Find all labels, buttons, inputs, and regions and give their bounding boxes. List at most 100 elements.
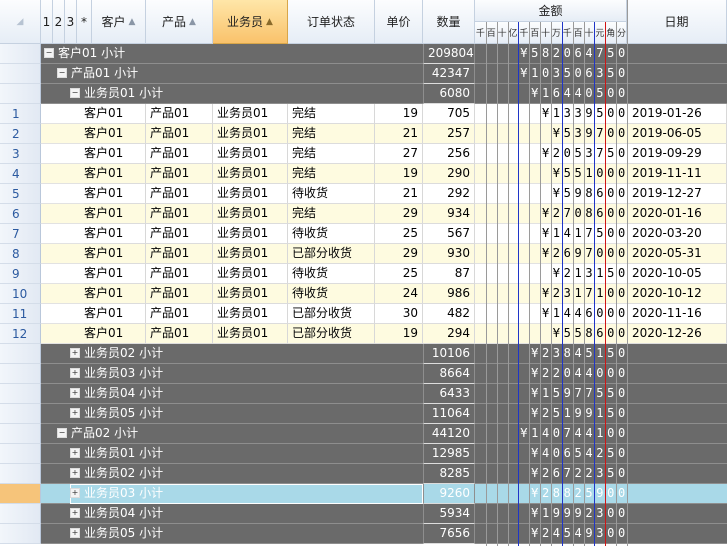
row-header[interactable]: 1 <box>0 104 41 124</box>
cell-salesperson[interactable]: 业务员01 <box>213 264 288 284</box>
cell-customer[interactable]: 客户01 <box>84 304 146 324</box>
cell-date[interactable]: 2019-12-27 <box>627 184 727 204</box>
collapse-icon[interactable]: − <box>57 67 67 78</box>
expand-icon[interactable]: + <box>70 387 80 398</box>
cell-salesperson[interactable]: 业务员01 <box>213 284 288 304</box>
column-header-product[interactable]: 产品 ▲ <box>146 0 213 44</box>
cell-customer[interactable]: 客户01 <box>84 224 146 244</box>
cell-product[interactable]: 产品01 <box>146 304 213 324</box>
select-all-corner[interactable]: ◢ <box>0 0 41 44</box>
expand-icon[interactable]: + <box>70 487 80 498</box>
cell-salesperson[interactable]: 业务员01 <box>213 104 288 124</box>
cell-status[interactable]: 完结 <box>288 164 375 184</box>
cell-salesperson[interactable]: 业务员01 <box>213 324 288 344</box>
column-header-status[interactable]: 订单状态 <box>288 0 375 44</box>
column-header-amount[interactable]: 金额 <box>475 0 627 22</box>
collapse-icon[interactable]: − <box>70 87 80 98</box>
outline-level-1-button[interactable]: 1 <box>41 0 53 44</box>
cell-price[interactable]: 19 <box>375 104 423 124</box>
expand-icon[interactable]: + <box>70 367 80 378</box>
cell-product[interactable]: 产品01 <box>146 184 213 204</box>
cell-salesperson[interactable]: 业务员01 <box>213 304 288 324</box>
expand-icon[interactable]: + <box>70 447 80 458</box>
row-header[interactable]: 9 <box>0 264 41 284</box>
cell-customer[interactable]: 客户01 <box>84 284 146 304</box>
cell-date[interactable]: 2020-10-05 <box>627 264 727 284</box>
cell-date[interactable]: 2020-12-26 <box>627 324 727 344</box>
row-header[interactable] <box>0 84 41 104</box>
cell-qty[interactable]: 482 <box>423 304 475 324</box>
cell-qty[interactable]: 986 <box>423 284 475 304</box>
expand-icon[interactable]: + <box>70 507 80 518</box>
cell-qty[interactable]: 257 <box>423 124 475 144</box>
row-header[interactable] <box>0 64 41 84</box>
cell-status[interactable]: 完结 <box>288 104 375 124</box>
cell-qty[interactable]: 930 <box>423 244 475 264</box>
row-header[interactable]: 3 <box>0 144 41 164</box>
column-header-customer[interactable]: 客户 ▲ <box>92 0 146 44</box>
row-header[interactable]: 7 <box>0 224 41 244</box>
cell-status[interactable]: 待收货 <box>288 284 375 304</box>
row-header[interactable] <box>0 424 41 444</box>
cell-salesperson[interactable]: 业务员01 <box>213 124 288 144</box>
row-header[interactable] <box>0 464 41 484</box>
cell-salesperson[interactable]: 业务员01 <box>213 144 288 164</box>
cell-date[interactable]: 2020-10-12 <box>627 284 727 304</box>
row-header[interactable]: 6 <box>0 204 41 224</box>
cell-date[interactable]: 2019-06-05 <box>627 124 727 144</box>
cell-price[interactable]: 30 <box>375 304 423 324</box>
cell-product[interactable]: 产品01 <box>146 204 213 224</box>
row-header[interactable]: 5 <box>0 184 41 204</box>
expand-icon[interactable]: + <box>70 407 80 418</box>
cell-date[interactable]: 2020-01-16 <box>627 204 727 224</box>
cell-status[interactable]: 待收货 <box>288 184 375 204</box>
row-header[interactable] <box>0 344 41 364</box>
cell-status[interactable]: 完结 <box>288 204 375 224</box>
row-header[interactable]: 12 <box>0 324 41 344</box>
row-header[interactable]: 11 <box>0 304 41 324</box>
cell-customer[interactable]: 客户01 <box>84 144 146 164</box>
row-header[interactable] <box>0 384 41 404</box>
row-header[interactable] <box>0 404 41 424</box>
cell-price[interactable]: 21 <box>375 124 423 144</box>
cell-customer[interactable]: 客户01 <box>84 104 146 124</box>
cell-date[interactable]: 2019-01-26 <box>627 104 727 124</box>
cell-price[interactable]: 25 <box>375 264 423 284</box>
cell-price[interactable]: 19 <box>375 324 423 344</box>
expand-icon[interactable]: + <box>70 467 80 478</box>
row-header[interactable]: 4 <box>0 164 41 184</box>
cell-status[interactable]: 已部分收货 <box>288 304 375 324</box>
row-header[interactable] <box>0 504 41 524</box>
cell-price[interactable]: 27 <box>375 144 423 164</box>
cell-customer[interactable]: 客户01 <box>84 324 146 344</box>
cell-qty[interactable]: 567 <box>423 224 475 244</box>
collapse-icon[interactable]: − <box>57 427 67 438</box>
cell-date[interactable]: 2020-05-31 <box>627 244 727 264</box>
row-header[interactable] <box>0 484 41 504</box>
cell-price[interactable]: 19 <box>375 164 423 184</box>
expand-icon[interactable]: + <box>70 527 80 538</box>
row-header[interactable]: 8 <box>0 244 41 264</box>
row-header[interactable] <box>0 524 41 544</box>
cell-qty[interactable]: 294 <box>423 324 475 344</box>
outline-level-3-button[interactable]: 3 <box>65 0 77 44</box>
cell-customer[interactable]: 客户01 <box>84 264 146 284</box>
row-header[interactable] <box>0 364 41 384</box>
cell-customer[interactable]: 客户01 <box>84 124 146 144</box>
cell-customer[interactable]: 客户01 <box>84 244 146 264</box>
cell-product[interactable]: 产品01 <box>146 324 213 344</box>
cell-product[interactable]: 产品01 <box>146 144 213 164</box>
cell-product[interactable]: 产品01 <box>146 244 213 264</box>
cell-date[interactable]: 2019-09-29 <box>627 144 727 164</box>
column-header-qty[interactable]: 数量 <box>423 0 475 44</box>
cell-status[interactable]: 已部分收货 <box>288 244 375 264</box>
cell-customer[interactable]: 客户01 <box>84 204 146 224</box>
cell-customer[interactable]: 客户01 <box>84 164 146 184</box>
cell-product[interactable]: 产品01 <box>146 124 213 144</box>
cell-status[interactable]: 已部分收货 <box>288 324 375 344</box>
cell-product[interactable]: 产品01 <box>146 284 213 304</box>
cell-price[interactable]: 24 <box>375 284 423 304</box>
cell-salesperson[interactable]: 业务员01 <box>213 244 288 264</box>
cell-price[interactable]: 29 <box>375 244 423 264</box>
cell-qty[interactable]: 290 <box>423 164 475 184</box>
